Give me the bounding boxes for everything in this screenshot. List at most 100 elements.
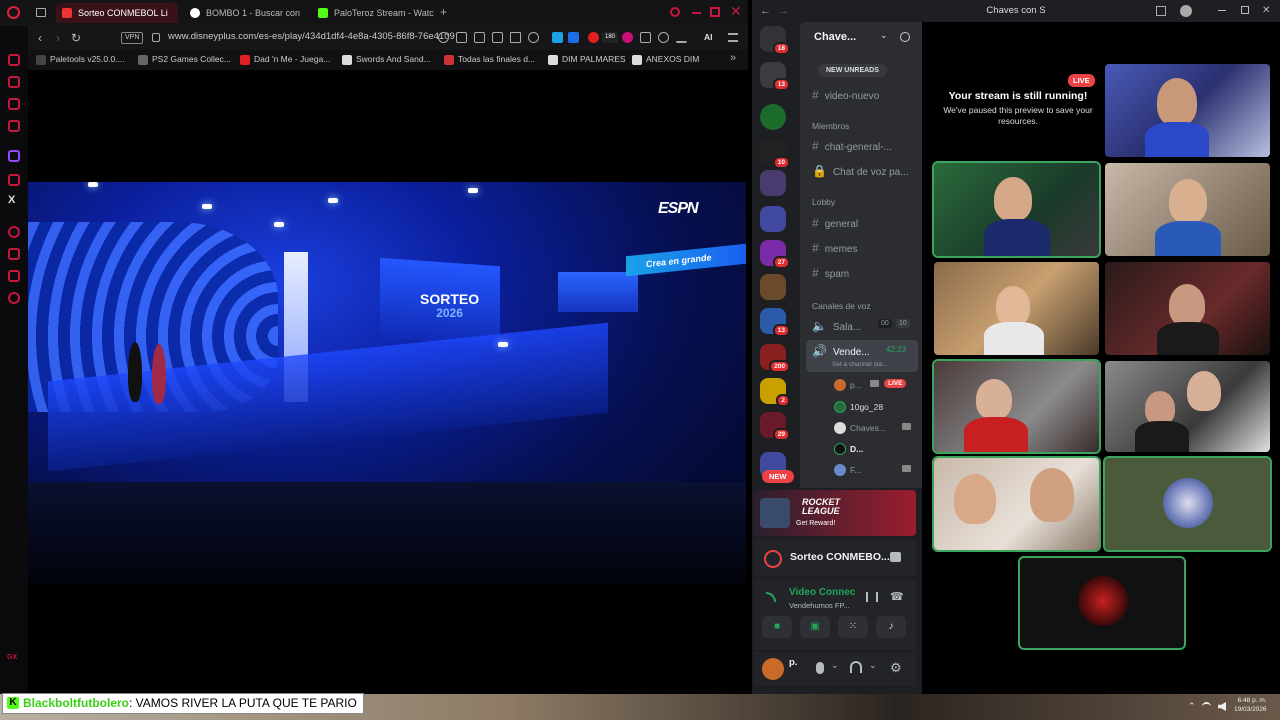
audio-icon[interactable] xyxy=(568,32,579,43)
close-button[interactable]: ✕ xyxy=(730,3,742,20)
url-field[interactable]: www.disneyplus.com/es-es/play/434d1df4-4… xyxy=(168,31,458,42)
channel-chat-general[interactable]: # chat-general-... xyxy=(812,139,892,153)
aria-ai-button[interactable]: AI xyxy=(704,32,713,42)
voice-user[interactable]: D... xyxy=(834,443,863,455)
settings-icon[interactable] xyxy=(8,292,20,304)
minimize-button[interactable] xyxy=(692,12,701,14)
translate-icon[interactable] xyxy=(552,32,563,43)
vpn-badge[interactable]: VPN xyxy=(121,32,144,44)
gx-corner-icon[interactable] xyxy=(8,76,20,88)
voice-user[interactable]: Chaves... xyxy=(834,422,911,434)
tab-paloteroz-stream[interactable]: PaloTeroz Stream - Watch xyxy=(312,3,434,23)
adblock-icon[interactable] xyxy=(622,32,633,43)
server-icon[interactable]: 29 xyxy=(760,412,790,441)
voice-user[interactable]: 10go_28 xyxy=(834,401,883,413)
server-icon[interactable]: 13 xyxy=(760,308,790,337)
server-icon[interactable]: 10 xyxy=(760,140,790,169)
system-clock[interactable]: 6:48 p. m. 19/03/2026 xyxy=(1234,696,1267,714)
volume-icon[interactable] xyxy=(1218,702,1226,711)
activities-button[interactable]: ⁙ xyxy=(838,616,868,638)
server-icon[interactable] xyxy=(760,170,786,196)
new-unreads-pill[interactable]: NEW UNREADS xyxy=(818,64,887,77)
microphone-icon[interactable] xyxy=(816,662,824,674)
snapshot-icon[interactable] xyxy=(474,32,485,43)
video-tile[interactable] xyxy=(932,161,1101,258)
server-icon[interactable]: 13 xyxy=(760,62,790,91)
tray-chevron-icon[interactable]: ⌃ xyxy=(1188,701,1196,712)
zoom-icon[interactable] xyxy=(438,32,449,43)
search-icon[interactable] xyxy=(670,7,680,17)
maximize-button[interactable] xyxy=(1241,6,1249,14)
history-icon[interactable] xyxy=(8,226,20,238)
heart-icon[interactable] xyxy=(528,32,539,43)
channel-chat-de-voz[interactable]: 🔒 Chat de voz pa... xyxy=(812,164,909,178)
bookmark-todas-las-finales[interactable]: Todas las finales d... xyxy=(444,54,535,65)
gx-cleaner-icon[interactable] xyxy=(8,98,20,110)
bookmark-dim-palmares[interactable]: DIM PALMARES xyxy=(548,54,626,65)
channel-status[interactable]: Set a channel sta... xyxy=(832,361,888,368)
server-icon[interactable]: 200 xyxy=(760,344,790,373)
download-icon[interactable] xyxy=(676,32,687,43)
chevron-down-icon[interactable]: ⌄ xyxy=(831,660,839,671)
video-tile[interactable] xyxy=(932,456,1101,552)
video-tile[interactable] xyxy=(1105,361,1270,452)
extensions-icon[interactable] xyxy=(8,270,20,282)
wifi-icon[interactable] xyxy=(1202,702,1211,711)
bookmark-swords-and-sand[interactable]: Swords And Sand... xyxy=(342,54,431,65)
messenger-icon[interactable] xyxy=(8,120,20,132)
gear-icon[interactable]: ⚙ xyxy=(890,660,902,676)
tab-bombo-search[interactable]: BOMBO 1 - Buscar con Go xyxy=(184,3,302,23)
puzzle-icon[interactable] xyxy=(640,32,651,43)
bookmark-dad-n-me[interactable]: Dad 'n Me - Juega... xyxy=(240,54,330,65)
add-member-icon[interactable] xyxy=(900,32,910,42)
menu-icon[interactable] xyxy=(728,33,738,42)
chevron-down-icon[interactable]: ⌄ xyxy=(880,30,888,41)
bookmark-paletools[interactable]: Paletools v25.0.0.... xyxy=(36,54,125,65)
counter-icon[interactable]: 180 xyxy=(602,32,618,43)
record-icon[interactable] xyxy=(588,32,599,43)
inbox-icon[interactable] xyxy=(1156,6,1166,16)
channel-video-nuevo[interactable]: # video-nuevo xyxy=(812,88,879,102)
voice-channel-sala[interactable]: 🔈 Sala... 00 10 xyxy=(812,319,910,333)
video-player[interactable]: ESPN SORTEO 2026 Crea en grande xyxy=(28,182,746,584)
reload-button[interactable]: ↻ xyxy=(68,30,84,46)
video-tile[interactable] xyxy=(1105,262,1270,355)
bookmark-ps2-games[interactable]: PS2 Games Collec... xyxy=(138,54,231,65)
voice-connected-channel[interactable]: Vendehumos FP... xyxy=(789,601,850,610)
gx-icon[interactable]: GX xyxy=(7,654,17,661)
camera-button[interactable]: ■ xyxy=(762,616,792,638)
voice-connected-title[interactable]: Video Connec xyxy=(789,587,856,598)
voice-channel-vende[interactable]: 🔊 Vende... 42:23 xyxy=(812,344,906,358)
x-twitter-icon[interactable]: X xyxy=(8,194,15,206)
server-icon[interactable] xyxy=(760,274,786,300)
help-icon[interactable] xyxy=(1180,5,1192,17)
channel-general[interactable]: # general xyxy=(812,216,858,230)
channel-memes[interactable]: # memes xyxy=(812,241,857,255)
block-icon[interactable] xyxy=(492,32,503,43)
close-button[interactable]: ✕ xyxy=(1262,0,1270,22)
rocket-league-promo[interactable]: ROCKET LEAGUE Get Reward! xyxy=(754,490,916,536)
category-lobby[interactable]: Lobby xyxy=(812,197,835,207)
category-miembros[interactable]: Miembros xyxy=(812,121,849,131)
video-tile[interactable] xyxy=(1105,163,1270,256)
forward-icon[interactable]: → xyxy=(778,0,789,22)
channel-spam[interactable]: # spam xyxy=(812,266,849,280)
signal-icon[interactable] xyxy=(766,592,776,602)
folder-icon[interactable] xyxy=(760,206,786,232)
category-canales-de-voz[interactable]: Canales de voz xyxy=(812,301,871,311)
server-icon[interactable] xyxy=(760,104,786,130)
soundboard-button[interactable]: ♪ xyxy=(876,616,906,638)
video-tile[interactable] xyxy=(1105,64,1270,157)
more-bookmarks-icon[interactable]: » xyxy=(730,52,736,64)
noise-suppression-icon[interactable] xyxy=(866,592,878,602)
minimize-button[interactable] xyxy=(1218,10,1226,11)
get-reward-link[interactable]: Get Reward! xyxy=(796,520,835,527)
video-tile[interactable] xyxy=(932,359,1101,454)
server-name[interactable]: Chave... xyxy=(814,31,856,43)
forward-button[interactable]: › xyxy=(50,30,66,46)
activity-title[interactable]: Sorteo CONMEBO... xyxy=(790,551,890,563)
username[interactable]: p. xyxy=(789,657,797,668)
maximize-button[interactable] xyxy=(710,7,720,17)
twitch-icon[interactable] xyxy=(8,150,20,162)
headphones-icon[interactable] xyxy=(850,661,862,673)
